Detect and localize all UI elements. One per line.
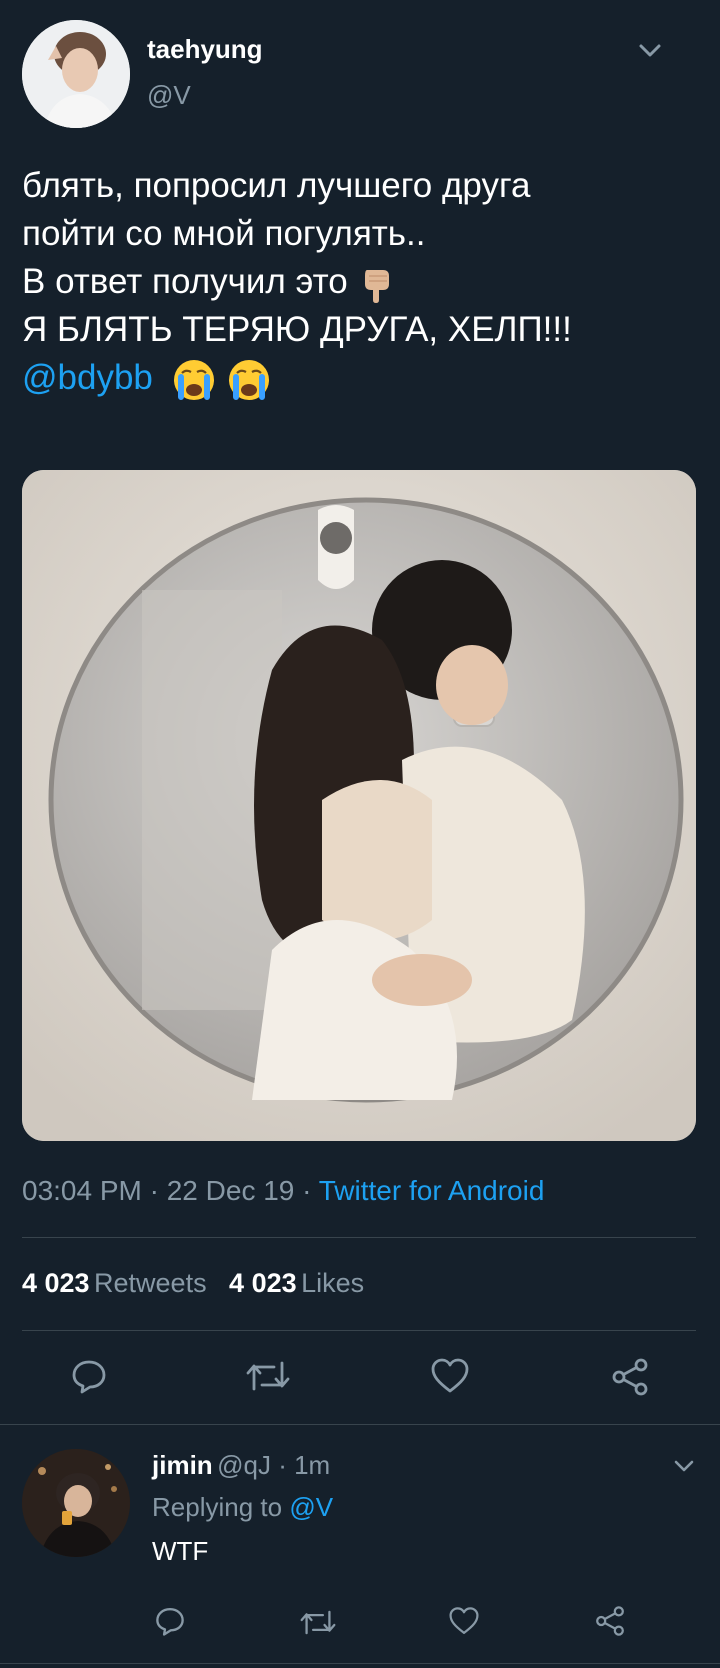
replying-to-line: Replying to @V	[152, 1492, 333, 1523]
crying-face-emoji-icon	[173, 359, 214, 400]
mention-link[interactable]: @bdybb	[22, 358, 153, 397]
author-name[interactable]: taehyung	[147, 34, 263, 65]
retweet-icon	[246, 1361, 290, 1391]
author-avatar[interactable]	[22, 20, 130, 128]
like-button[interactable]	[430, 1357, 470, 1395]
chevron-down-icon	[674, 1460, 694, 1472]
reply-icon	[156, 1608, 184, 1636]
retweet-icon	[300, 1610, 336, 1635]
tweet-text-line: блять, попросил лучшего друга	[22, 166, 531, 205]
likes-label: Likes	[301, 1268, 365, 1298]
likes-count: 4 023	[229, 1268, 297, 1298]
tweet-menu-button[interactable]	[636, 36, 664, 69]
retweets-stat[interactable]: 4 023 Retweets	[22, 1268, 211, 1298]
tweet-stats: 4 023 Retweets 4 023 Likes	[22, 1268, 364, 1299]
retweet-button[interactable]	[246, 1357, 290, 1395]
heart-icon	[431, 1358, 469, 1393]
tweet-source-link[interactable]: Twitter for Android	[319, 1175, 545, 1206]
avatar-photo	[22, 1449, 130, 1557]
retweets-count: 4 023	[22, 1268, 90, 1298]
reply-author-avatar[interactable]	[22, 1449, 130, 1557]
avatar-photo	[22, 20, 130, 128]
reply-author-meta: @qJ · 1m	[217, 1450, 331, 1480]
heart-icon	[449, 1607, 479, 1634]
replying-to-prefix: Replying to	[152, 1492, 283, 1522]
share-icon	[612, 1358, 648, 1396]
divider	[0, 1663, 720, 1664]
reply-icon	[72, 1360, 106, 1394]
tweet-text-fragment: В ответ получил это	[22, 262, 348, 301]
pointing-down-emoji-icon	[365, 269, 390, 303]
reply-button[interactable]	[70, 1357, 108, 1395]
reply-text: WTF	[152, 1536, 209, 1566]
reply-reply-button[interactable]	[154, 1605, 186, 1637]
crying-face-emoji-icon	[229, 359, 270, 400]
reply-retweet-button[interactable]	[300, 1607, 336, 1638]
share-icon	[596, 1606, 624, 1636]
tweet-text-line: пойти со мной погулять..	[22, 214, 426, 253]
tweet-text: блять, попросил лучшего друга пойти со м…	[22, 162, 572, 403]
divider	[0, 1424, 720, 1425]
tweet-text-line: В ответ получил это	[22, 258, 572, 306]
likes-stat[interactable]: 4 023 Likes	[229, 1268, 364, 1298]
retweets-label: Retweets	[94, 1268, 207, 1298]
divider	[22, 1237, 696, 1238]
reply-author-name[interactable]: jimin	[152, 1450, 213, 1480]
tweet-text-line: @bdybb	[22, 354, 572, 403]
author-handle[interactable]: @V	[147, 80, 191, 111]
replying-to-link[interactable]: @V	[289, 1492, 333, 1522]
tweet-timestamp: 03:04 PM · 22 Dec 19 ·	[22, 1175, 319, 1206]
mirror-selfie-image	[22, 470, 696, 1141]
chevron-down-icon	[639, 44, 661, 57]
reply-header: jimin @qJ · 1m	[152, 1450, 330, 1481]
reply-menu-button[interactable]	[672, 1454, 696, 1483]
tweet-text-line: Я БЛЯТЬ ТЕРЯЮ ДРУГА, ХЕЛП!!!	[22, 310, 572, 349]
tweet-media-photo[interactable]	[22, 470, 696, 1141]
reply-like-button[interactable]	[448, 1606, 480, 1636]
divider	[22, 1330, 696, 1331]
share-button[interactable]	[610, 1357, 650, 1397]
tweet-meta: 03:04 PM · 22 Dec 19 · Twitter for Andro…	[22, 1175, 544, 1207]
reply-share-button[interactable]	[594, 1605, 626, 1637]
